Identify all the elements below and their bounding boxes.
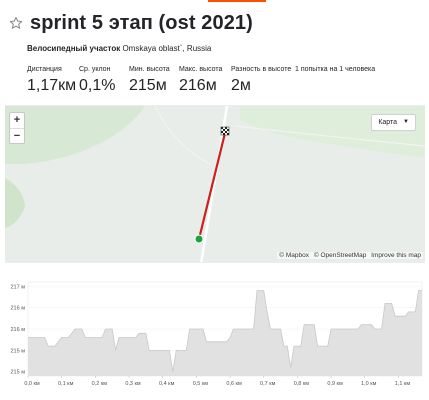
- segment-header: sprint 5 этап (ost 2021): [8, 10, 421, 36]
- stat-value: 216м: [179, 77, 217, 94]
- stat-distance: Дистанция 1,17км: [27, 66, 79, 95]
- stat-label: Разность в высоте: [231, 66, 292, 73]
- x-tick-label: 0,1 км: [58, 381, 74, 387]
- x-tick-label: 0,3 км: [125, 381, 141, 387]
- attribution-osm-link[interactable]: © OpenStreetMap: [314, 252, 366, 259]
- x-tick-label: 0,2 км: [92, 381, 108, 387]
- stat-value: 2м: [231, 77, 251, 94]
- map-canvas: [5, 106, 425, 262]
- map-type-label: Карта: [378, 119, 398, 126]
- segment-stats: Дистанция 1,17км Ср. уклон 0,1% Мин. выс…: [27, 66, 425, 95]
- x-tick-label: 1,1 км: [395, 381, 411, 387]
- segment-region: Omskaya oblast`, Russia: [122, 44, 212, 53]
- stat-avg-grade: Ср. уклон 0,1%: [79, 66, 129, 95]
- attribution-mapbox-link[interactable]: © Mapbox: [279, 252, 309, 259]
- x-tick-label: 1,0 км: [361, 381, 377, 387]
- stat-label: Мин. высота: [129, 66, 170, 73]
- segment-type: Велосипедный участок: [27, 44, 121, 53]
- finish-flag-icon: [220, 126, 230, 136]
- x-tick-label: 0,7 км: [260, 381, 276, 387]
- zoom-out-button[interactable]: −: [10, 128, 24, 143]
- y-tick-label: 216 м: [11, 327, 26, 333]
- map-type-select[interactable]: Карта ▼: [371, 114, 416, 131]
- y-tick-label: 217 м: [11, 284, 26, 290]
- stat-label: 1 попытка на 1 человека: [295, 66, 376, 73]
- x-tick-label: 0,4 км: [159, 381, 175, 387]
- stat-value: 215м: [129, 77, 167, 94]
- y-tick-label: 215 м: [11, 370, 26, 376]
- stat-label: Дистанция: [27, 66, 62, 73]
- improve-map-link[interactable]: Improve this map: [371, 252, 421, 259]
- stat-max-elevation: Макс. высота 216м: [179, 66, 231, 95]
- x-tick-label: 0,9 км: [327, 381, 343, 387]
- x-tick-label: 0,0 км: [24, 381, 40, 387]
- elevation-profile-chart[interactable]: 217 м 216 м 216 м 215 м 215 м 0,0 км 0,1 км 0,2…: [0, 270, 429, 400]
- top-accent-bar: [208, 0, 266, 2]
- segment-map[interactable]: + − Карта ▼ © Mapbox © OpenStreetMap Imp…: [5, 105, 425, 263]
- caret-down-icon: ▼: [403, 119, 409, 125]
- stat-attempts: 1 попытка на 1 человека: [295, 66, 385, 95]
- stat-value: 0,1%: [79, 77, 116, 94]
- start-marker: [194, 234, 204, 244]
- zoom-controls: + −: [9, 112, 25, 144]
- y-tick-label: 215 м: [11, 348, 26, 354]
- segment-title: sprint 5 этап (ost 2021): [30, 11, 253, 34]
- x-tick-label: 0,8 км: [294, 381, 310, 387]
- stat-min-elevation: Мин. высота 215м: [129, 66, 179, 95]
- x-tick-label: 0,5 км: [193, 381, 209, 387]
- stat-elevation-difference: Разность в высоте 2м: [231, 66, 295, 95]
- y-tick-label: 216 м: [11, 306, 26, 312]
- star-icon[interactable]: [8, 15, 24, 31]
- stat-label: Ср. уклон: [79, 66, 111, 73]
- zoom-in-button[interactable]: +: [10, 113, 24, 128]
- map-attribution: © Mapbox © OpenStreetMap Improve this ma…: [277, 252, 423, 259]
- segment-location: Велосипедный участок Omskaya oblast`, Ru…: [27, 44, 211, 53]
- stat-value: 1,17км: [27, 77, 77, 94]
- x-tick-label: 0,6 км: [226, 381, 242, 387]
- stat-label: Макс. высота: [179, 66, 223, 73]
